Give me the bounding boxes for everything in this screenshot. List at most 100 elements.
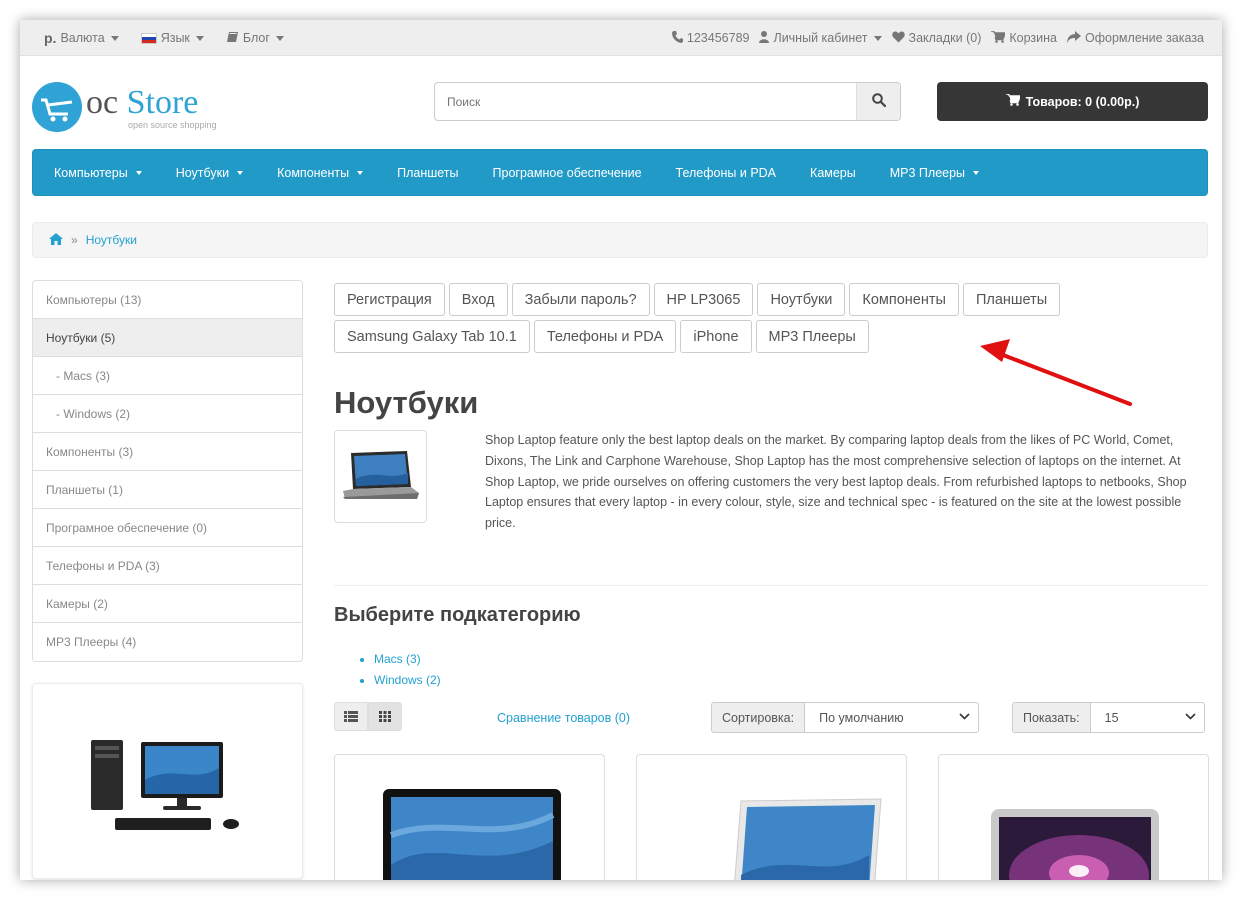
logo-cart-icon	[32, 82, 82, 132]
caret-down-icon	[275, 35, 284, 41]
wishlist-link[interactable]: Закладки (0)	[891, 31, 981, 45]
subcategory-link-macs[interactable]: Macs (3)	[374, 652, 421, 666]
russian-flag-icon	[140, 32, 157, 44]
currency-label: Валюта	[60, 31, 105, 45]
cart-button[interactable]: Товаров: 0 (0.00р.)	[937, 82, 1208, 121]
sidebar-item-laptops[interactable]: Ноутбуки (5)	[33, 319, 302, 357]
tag-phones[interactable]: Телефоны и PDA	[533, 320, 677, 353]
tag-tablets[interactable]: Планшеты	[962, 283, 1061, 316]
heart-icon	[891, 31, 905, 45]
tag-register[interactable]: Регистрация	[334, 283, 445, 316]
search-button[interactable]	[856, 83, 900, 120]
menu-item-label: Ноутбуки	[175, 165, 230, 180]
sidebar-item-windows[interactable]: - Windows (2)	[33, 395, 302, 433]
language-dropdown[interactable]: Язык	[140, 31, 204, 45]
breadcrumb-current[interactable]: Ноутбуки	[86, 233, 137, 247]
menu-item-tablets[interactable]: Планшеты	[384, 166, 479, 180]
search-icon	[871, 93, 886, 110]
sidebar-item-computers[interactable]: Компьютеры (13)	[33, 281, 302, 319]
tag-hp-lp3065[interactable]: HP LP3065	[653, 283, 754, 316]
limit-value: 15	[1104, 710, 1119, 725]
sort-select[interactable]: По умолчанию	[805, 702, 980, 733]
caret-down-icon	[135, 170, 142, 175]
caret-down-icon	[357, 170, 364, 175]
menu-item-mp3[interactable]: MP3 Плееры	[877, 166, 1000, 180]
menu-item-label: MP3 Плееры	[889, 165, 966, 180]
tag-links: Регистрация Вход Забыли пароль? HP LP306…	[334, 283, 1094, 353]
sidebar-item-mp3[interactable]: MP3 Плееры (4)	[33, 623, 302, 661]
subcategory-link-windows[interactable]: Windows (2)	[374, 673, 441, 687]
sidebar-item-phones[interactable]: Телефоны и PDA (3)	[33, 547, 302, 585]
list-view-button[interactable]	[334, 702, 368, 731]
product-card[interactable]	[636, 754, 907, 880]
tag-mp3[interactable]: MP3 Плееры	[755, 320, 869, 353]
tag-samsung-galaxy-tab[interactable]: Samsung Galaxy Tab 10.1	[334, 320, 530, 353]
menu-item-cameras[interactable]: Камеры	[797, 166, 877, 180]
blog-label: Блог	[242, 31, 270, 45]
tag-iphone[interactable]: iPhone	[680, 320, 752, 353]
phone-link[interactable]: 123456789	[671, 31, 749, 45]
caret-down-icon	[237, 170, 244, 175]
top-bar: р. Валюта Язык Блог 123456789 Личный каб…	[20, 20, 1222, 56]
compare-products-link[interactable]: Сравнение товаров (0)	[497, 711, 630, 725]
sidebar-item-software[interactable]: Програмное обеспечение (0)	[33, 509, 302, 547]
product-card[interactable]	[334, 754, 605, 880]
menu-item-phones[interactable]: Телефоны и PDA	[663, 166, 797, 180]
desktop-computer-image	[91, 740, 239, 830]
macbook-product-image	[991, 809, 1159, 880]
share-arrow-icon	[1067, 31, 1082, 45]
laptop-image	[343, 451, 419, 499]
account-dropdown[interactable]: Личный кабинет	[759, 31, 882, 45]
tag-laptops[interactable]: Ноутбуки	[757, 283, 846, 316]
checkout-link[interactable]: Оформление заказа	[1067, 31, 1204, 45]
sidebar-banner[interactable]	[32, 683, 303, 879]
cart-label: Корзина	[1009, 31, 1058, 45]
shopping-cart-icon	[991, 30, 1007, 45]
menu-item-components[interactable]: Компоненты	[264, 166, 384, 180]
limit-control: Показать: 15	[1012, 702, 1205, 733]
cart-total-label: Товаров: 0 (0.00р.)	[1025, 94, 1140, 109]
sidebar-item-cameras[interactable]: Камеры (2)	[33, 585, 302, 623]
sidebar-item-macs[interactable]: - Macs (3)	[33, 357, 302, 395]
divider	[334, 585, 1208, 586]
tag-login[interactable]: Вход	[448, 283, 508, 316]
category-sidebar: Компьютеры (13) Ноутбуки (5) - Macs (3) …	[32, 280, 303, 662]
sidebar-item-components[interactable]: Компоненты (3)	[33, 433, 302, 471]
site-logo[interactable]: oc Store open source shopping	[32, 80, 232, 136]
currency-dropdown[interactable]: р. Валюта	[44, 30, 119, 46]
sort-label: Сортировка:	[711, 702, 806, 733]
blog-dropdown[interactable]: Блог	[226, 31, 284, 45]
chevron-down-icon	[1185, 712, 1196, 723]
main-content: Регистрация Вход Забыли пароль? HP LP306…	[334, 283, 1209, 880]
grid-view-button[interactable]	[368, 702, 402, 731]
currency-symbol: р.	[44, 30, 57, 46]
browser-frame: р. Валюта Язык Блог 123456789 Личный каб…	[20, 20, 1222, 880]
imac-product-image	[734, 798, 882, 880]
list-item: Macs (3)	[374, 649, 441, 670]
view-toggle	[334, 702, 402, 731]
logo-store: Store	[126, 84, 199, 121]
menu-item-software[interactable]: Програмное обеспечение	[480, 166, 663, 180]
product-card[interactable]	[938, 754, 1209, 880]
subcategory-list: Macs (3) Windows (2)	[334, 649, 441, 691]
menu-item-label: Планшеты	[397, 165, 459, 180]
menu-item-label: Компоненты	[277, 165, 350, 180]
shopping-cart-icon	[1005, 93, 1021, 109]
category-thumbnail	[334, 430, 427, 523]
tag-components[interactable]: Компоненты	[849, 283, 959, 316]
home-icon[interactable]	[49, 232, 63, 248]
list-item: Windows (2)	[374, 670, 441, 691]
menu-item-computers[interactable]: Компьютеры	[41, 166, 163, 180]
menu-item-laptops[interactable]: Ноутбуки	[163, 166, 264, 180]
menu-item-label: Телефоны и PDA	[675, 165, 777, 180]
sidebar-item-tablets[interactable]: Планшеты (1)	[33, 471, 302, 509]
search-input[interactable]	[435, 83, 856, 120]
menu-item-label: Компьютеры	[54, 165, 128, 180]
limit-select[interactable]: 15	[1090, 702, 1205, 733]
chevron-down-icon	[959, 712, 970, 723]
menu-item-label: Камеры	[810, 165, 856, 180]
cart-link[interactable]: Корзина	[991, 30, 1058, 45]
tag-forgot-password[interactable]: Забыли пароль?	[511, 283, 650, 316]
phone-icon	[671, 31, 683, 45]
caret-down-icon	[973, 170, 980, 175]
